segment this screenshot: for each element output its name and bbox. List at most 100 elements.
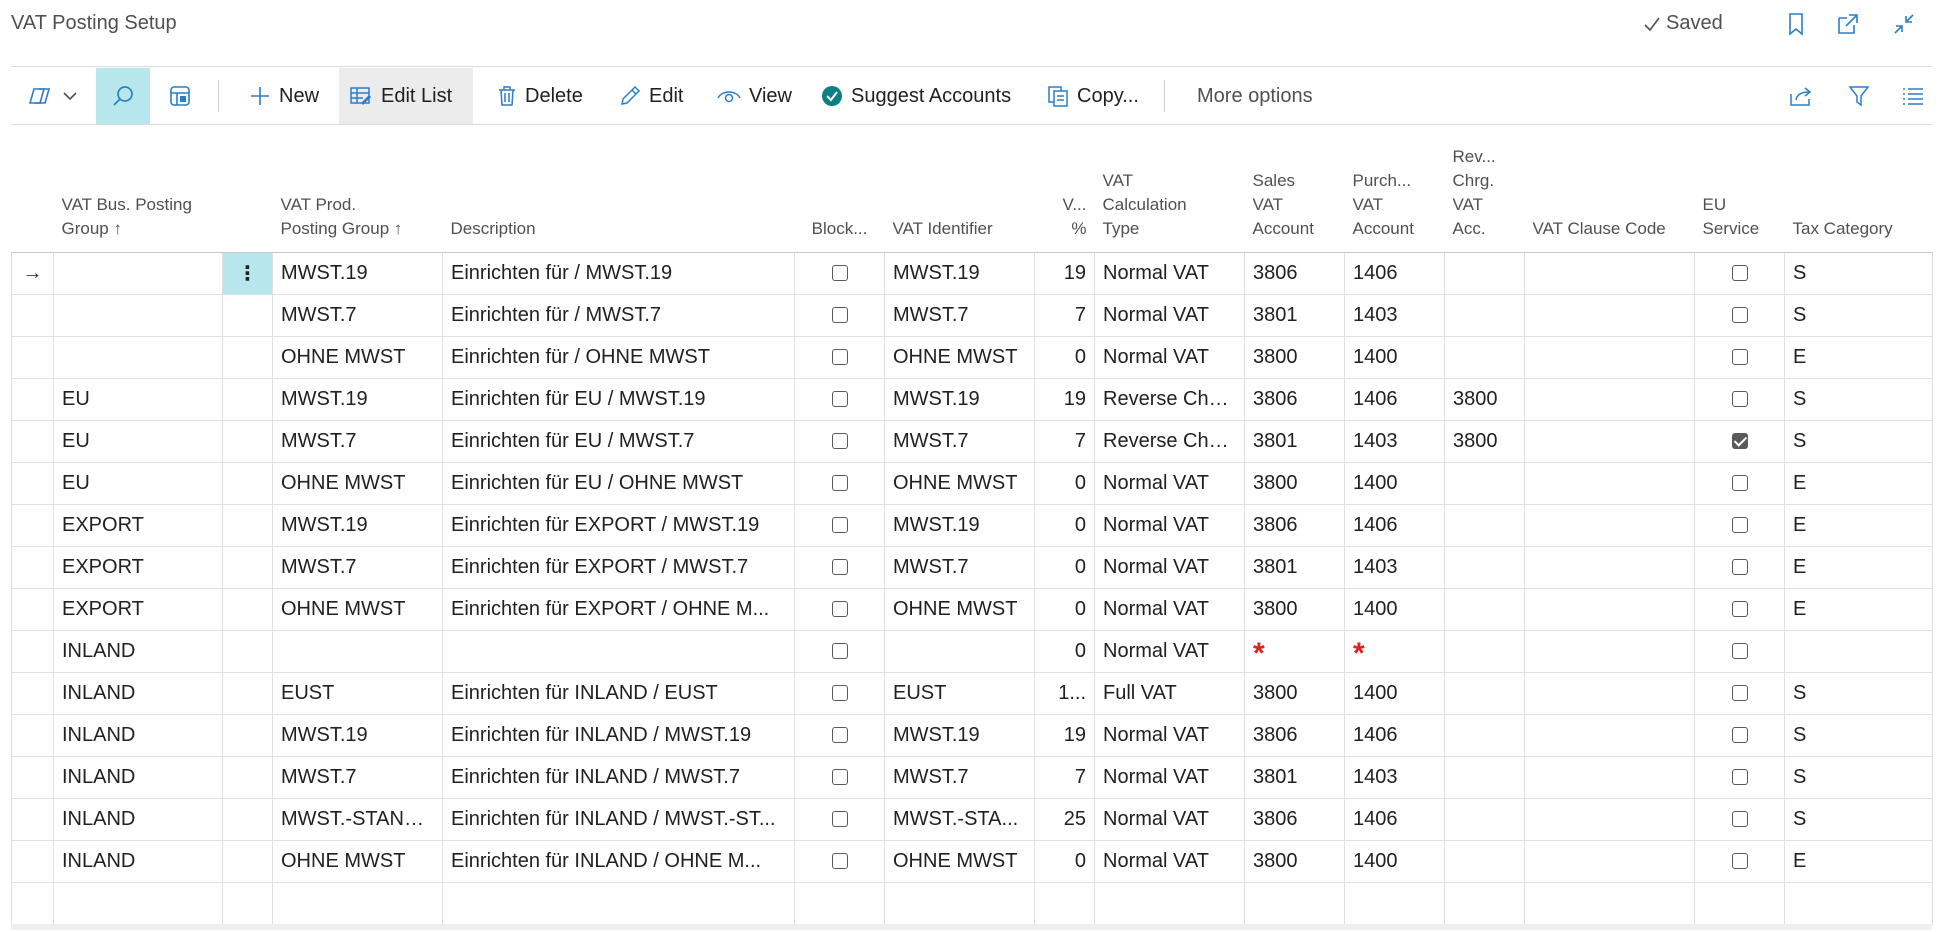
eu-service-checkbox[interactable] bbox=[1731, 517, 1748, 534]
cell-vat-calculation-type[interactable]: Normal VAT bbox=[1094, 587, 1245, 631]
table-row[interactable]: INLAND MWST.7 Einrichten für INLAND / MWST… bbox=[11, 755, 1933, 799]
cell-vat-identifier[interactable]: MWST.7 bbox=[884, 419, 1035, 463]
col-header-vat-pct[interactable]: V...% bbox=[1034, 140, 1095, 253]
cell-vat-prod-posting-group[interactable]: MWST.19 bbox=[272, 713, 443, 757]
cell-purch-vat-account[interactable]: 1406 bbox=[1344, 251, 1445, 295]
row-actions[interactable] bbox=[222, 377, 273, 421]
cell-purch-vat-account[interactable]: 1400 bbox=[1344, 461, 1445, 505]
cell-vat-bus-posting-group[interactable]: EXPORT bbox=[53, 587, 223, 631]
blocked-checkbox[interactable] bbox=[831, 517, 848, 534]
cell-purch-vat-account[interactable]: 1400 bbox=[1344, 587, 1445, 631]
cell-description[interactable]: Einrichten für EU / OHNE MWST bbox=[442, 461, 795, 505]
cell-blocked[interactable] bbox=[794, 629, 885, 673]
blocked-checkbox[interactable] bbox=[831, 265, 848, 282]
cell-eu-service[interactable] bbox=[1694, 335, 1785, 379]
cell-vat-pct[interactable]: 0 bbox=[1034, 839, 1095, 883]
table-row[interactable]: EU MWST.19 Einrichten für EU / MWST.19 MWST… bbox=[11, 377, 1933, 421]
cell-purch-vat-account[interactable]: 1403 bbox=[1344, 755, 1445, 799]
cell-description[interactable]: Einrichten für EXPORT / MWST.19 bbox=[442, 503, 795, 547]
cell-sales-vat-account[interactable]: 3801 bbox=[1244, 545, 1345, 589]
cell-vat-identifier[interactable]: EUST bbox=[884, 671, 1035, 715]
cell-description[interactable]: Einrichten für INLAND / MWST.7 bbox=[442, 755, 795, 799]
blocked-checkbox[interactable] bbox=[831, 433, 848, 450]
blocked-checkbox[interactable] bbox=[831, 853, 848, 870]
cell-blocked[interactable] bbox=[794, 755, 885, 799]
cell-blocked[interactable] bbox=[794, 671, 885, 715]
cell-vat-calculation-type[interactable]: Normal VAT bbox=[1094, 839, 1245, 883]
cell-eu-service[interactable] bbox=[1694, 377, 1785, 421]
share-button[interactable] bbox=[1779, 68, 1823, 124]
cell-vat-pct[interactable]: 7 bbox=[1034, 293, 1095, 337]
collapse-icon[interactable] bbox=[1890, 10, 1918, 38]
row-actions[interactable] bbox=[222, 461, 273, 505]
cell-tax-category[interactable]: S bbox=[1784, 797, 1933, 841]
cell-description[interactable]: Einrichten für EU / MWST.7 bbox=[442, 419, 795, 463]
cell-blocked[interactable] bbox=[794, 839, 885, 883]
cell-vat-prod-posting-group[interactable]: OHNE MWST bbox=[272, 461, 443, 505]
col-header-vat-bus-posting-group[interactable]: VAT Bus. Posting Group ↑ bbox=[53, 140, 223, 253]
cell-vat-bus-posting-group[interactable]: INLAND bbox=[53, 839, 223, 883]
cell-vat-identifier[interactable]: MWST.7 bbox=[884, 293, 1035, 337]
view-button[interactable]: View bbox=[707, 68, 802, 124]
cell-eu-service[interactable] bbox=[1694, 755, 1785, 799]
more-options-button[interactable]: More options bbox=[1187, 68, 1323, 124]
col-header-rev-chrg-vat-acc[interactable]: Rev... Chrg. VAT Acc. bbox=[1444, 140, 1525, 253]
table-row[interactable]: EXPORT OHNE MWST Einrichten für EXPORT / O… bbox=[11, 587, 1933, 631]
cell-vat-identifier[interactable]: MWST.19 bbox=[884, 713, 1035, 757]
eu-service-checkbox[interactable] bbox=[1731, 475, 1748, 492]
row-selector[interactable] bbox=[11, 503, 54, 547]
row-selector[interactable] bbox=[11, 713, 54, 757]
cell-rev-chrg-vat-acc[interactable]: 3800 bbox=[1444, 419, 1525, 463]
cell-tax-category[interactable]: E bbox=[1784, 335, 1933, 379]
cell-vat-clause-code[interactable] bbox=[1524, 377, 1695, 421]
cell-vat-clause-code[interactable] bbox=[1524, 713, 1695, 757]
blocked-checkbox[interactable] bbox=[831, 727, 848, 744]
row-actions[interactable] bbox=[222, 797, 273, 841]
cell-purch-vat-account[interactable]: 1400 bbox=[1344, 839, 1445, 883]
blocked-checkbox[interactable] bbox=[831, 685, 848, 702]
blocked-checkbox[interactable] bbox=[831, 559, 848, 576]
cell-vat-pct[interactable] bbox=[1034, 881, 1095, 925]
filter-button[interactable] bbox=[1837, 68, 1881, 124]
open-new-window-icon[interactable] bbox=[1834, 10, 1862, 38]
cell-vat-clause-code[interactable] bbox=[1524, 335, 1695, 379]
cell-blocked[interactable] bbox=[794, 713, 885, 757]
delete-button[interactable]: Delete bbox=[487, 68, 593, 124]
blocked-checkbox[interactable] bbox=[831, 349, 848, 366]
row-selector[interactable] bbox=[11, 671, 54, 715]
cell-rev-chrg-vat-acc[interactable] bbox=[1444, 755, 1525, 799]
eu-service-checkbox[interactable] bbox=[1731, 685, 1748, 702]
eu-service-checkbox[interactable] bbox=[1731, 307, 1748, 324]
blocked-checkbox[interactable] bbox=[831, 475, 848, 492]
cell-vat-identifier[interactable]: MWST.7 bbox=[884, 755, 1035, 799]
table-row[interactable]: EU MWST.7 Einrichten für EU / MWST.7 MWST.7… bbox=[11, 419, 1933, 463]
cell-tax-category[interactable]: E bbox=[1784, 587, 1933, 631]
cell-rev-chrg-vat-acc[interactable] bbox=[1444, 251, 1525, 295]
table-row[interactable]: OHNE MWST Einrichten für / OHNE MWST OHNE … bbox=[11, 335, 1933, 379]
cell-sales-vat-account[interactable]: 3801 bbox=[1244, 419, 1345, 463]
cell-vat-prod-posting-group[interactable]: EUST bbox=[272, 671, 443, 715]
col-header-description[interactable]: Description bbox=[442, 140, 795, 253]
cell-vat-identifier[interactable]: MWST.19 bbox=[884, 251, 1035, 295]
cell-vat-bus-posting-group[interactable]: EXPORT bbox=[53, 503, 223, 547]
cell-tax-category[interactable]: E bbox=[1784, 503, 1933, 547]
cell-vat-bus-posting-group[interactable]: INLAND bbox=[53, 713, 223, 757]
analysis-mode-button[interactable] bbox=[155, 68, 205, 124]
cell-vat-pct[interactable]: 7 bbox=[1034, 755, 1095, 799]
cell-vat-pct[interactable]: 1... bbox=[1034, 671, 1095, 715]
eu-service-checkbox[interactable] bbox=[1731, 349, 1748, 366]
row-selector[interactable] bbox=[11, 335, 54, 379]
cell-vat-pct[interactable]: 0 bbox=[1034, 335, 1095, 379]
cell-rev-chrg-vat-acc[interactable] bbox=[1444, 335, 1525, 379]
row-actions[interactable] bbox=[222, 671, 273, 715]
cell-eu-service[interactable] bbox=[1694, 293, 1785, 337]
cell-rev-chrg-vat-acc[interactable] bbox=[1444, 503, 1525, 547]
cell-vat-identifier[interactable]: OHNE MWST bbox=[884, 335, 1035, 379]
cell-vat-bus-posting-group[interactable]: INLAND bbox=[53, 755, 223, 799]
cell-tax-category[interactable] bbox=[1784, 629, 1933, 673]
cell-rev-chrg-vat-acc[interactable] bbox=[1444, 629, 1525, 673]
table-row[interactable]: → ⋮ MWST.19 Einrichten für / MWST.19 MWST.19… bbox=[11, 251, 1933, 295]
cell-vat-prod-posting-group[interactable] bbox=[272, 881, 443, 925]
cell-vat-pct[interactable]: 0 bbox=[1034, 461, 1095, 505]
cell-blocked[interactable] bbox=[794, 545, 885, 589]
